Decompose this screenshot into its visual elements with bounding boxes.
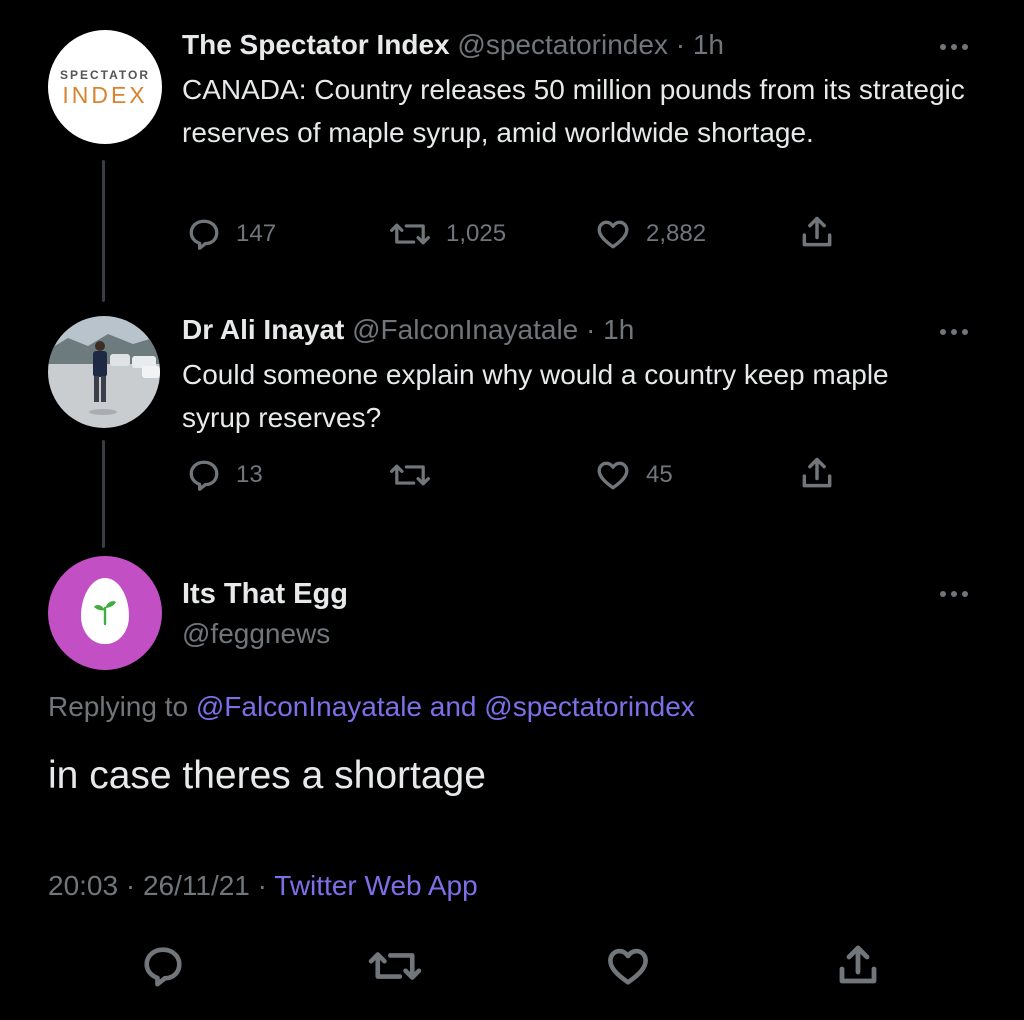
retweet-icon — [390, 223, 430, 245]
tweet-date[interactable]: 26/11/21 — [143, 870, 250, 901]
reply-button[interactable]: 13 — [186, 457, 263, 493]
retweet-icon — [368, 952, 422, 980]
avatar-logo-bottom: INDEX — [62, 82, 148, 108]
share-icon — [839, 945, 877, 984]
tweet-text: in case theres a shortage — [48, 754, 486, 797]
tweet-text: Could someone explain why would a countr… — [182, 359, 889, 433]
reply-icon — [144, 947, 182, 987]
separator: · — [675, 29, 686, 60]
share-icon — [802, 216, 832, 247]
tweet-header: Dr Ali Inayat @FalconInayatale · 1h — [182, 313, 634, 347]
avatar[interactable]: SPECTATOR INDEX — [48, 30, 162, 144]
avatar[interactable] — [48, 316, 160, 428]
share-button[interactable] — [798, 214, 836, 250]
more-icon[interactable] — [936, 40, 972, 54]
like-icon — [597, 461, 629, 490]
author-name[interactable]: The Spectator Index — [182, 29, 450, 60]
like-button[interactable]: 2,882 — [594, 216, 706, 252]
author-handle[interactable]: @spectatorindex — [457, 29, 668, 60]
separator: · — [586, 314, 596, 345]
tweet-time[interactable]: 20:03 — [48, 870, 118, 901]
reply-icon — [189, 460, 219, 491]
replying-user-link[interactable]: @FalconInayatale — [196, 691, 422, 722]
replying-to: Replying to @FalconInayatale and @specta… — [48, 689, 695, 725]
retweet-button[interactable] — [366, 942, 424, 990]
avatar-logo-top: SPECTATOR — [59, 68, 150, 82]
tweet-text: CANADA: Country releases 50 million poun… — [182, 74, 965, 148]
more-icon[interactable] — [936, 587, 972, 601]
more-icon[interactable] — [936, 325, 972, 339]
tweet-time[interactable]: 1h — [603, 314, 634, 345]
replying-user-link[interactable]: @spectatorindex — [484, 691, 695, 722]
thread-line — [102, 440, 105, 548]
retweet-button[interactable] — [388, 457, 432, 493]
author-handle[interactable]: @FalconInayatale — [352, 314, 578, 345]
reply-count: 147 — [236, 220, 277, 247]
reply-icon — [189, 219, 219, 250]
meta-dot: · — [125, 870, 136, 901]
sprout-icon — [94, 601, 116, 626]
like-button[interactable]: 45 — [594, 457, 673, 493]
replying-and: and — [429, 691, 477, 722]
like-count: 2,882 — [646, 220, 707, 247]
author-handle[interactable]: @feggnews — [182, 617, 330, 651]
thread-line — [102, 160, 105, 302]
reply-button[interactable]: 147 — [186, 216, 276, 252]
author-name[interactable]: Its That Egg — [182, 576, 348, 612]
retweet-button[interactable]: 1,025 — [388, 216, 506, 252]
like-icon — [597, 220, 629, 249]
share-button[interactable] — [798, 455, 836, 491]
avatar-photo — [48, 316, 160, 428]
like-count: 45 — [646, 461, 673, 488]
share-icon — [802, 457, 832, 488]
tweet-header: The Spectator Index @spectatorindex · 1h — [182, 28, 724, 62]
tweet-source[interactable]: Twitter Web App — [274, 870, 477, 901]
tweet-time[interactable]: 1h — [693, 29, 724, 60]
reply-button[interactable] — [140, 942, 186, 990]
avatar[interactable] — [48, 556, 162, 670]
author-name[interactable]: Dr Ali Inayat — [182, 314, 344, 345]
meta-dot: · — [257, 870, 267, 901]
share-button[interactable] — [834, 940, 882, 990]
like-button[interactable] — [604, 942, 652, 990]
retweet-count: 1,025 — [446, 220, 507, 247]
replying-prefix: Replying to — [48, 691, 189, 722]
reply-count: 13 — [236, 461, 263, 488]
like-icon — [608, 948, 648, 985]
tweet-meta: 20:03 · 26/11/21 · Twitter Web App — [48, 868, 478, 904]
retweet-icon — [390, 464, 430, 486]
